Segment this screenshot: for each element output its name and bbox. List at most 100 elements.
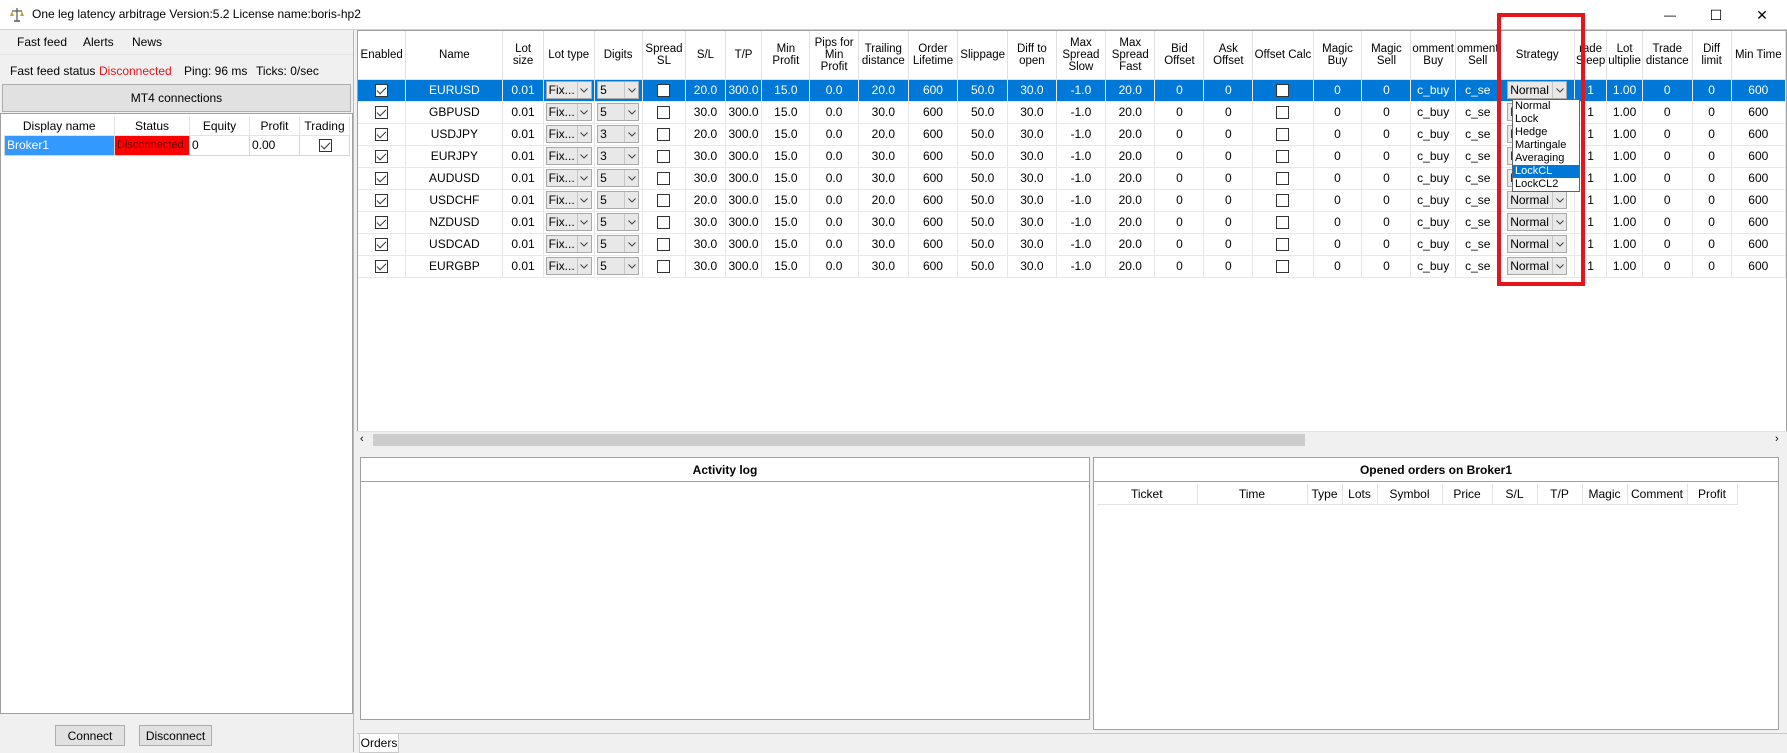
min-profit-cell[interactable]: 15.0 [761, 189, 811, 212]
col-header[interactable]: S/L [685, 31, 726, 80]
max-fast-cell[interactable]: 20.0 [1105, 167, 1156, 190]
spread-sl-cell[interactable] [642, 79, 687, 102]
ask-off-cell[interactable]: 0 [1203, 101, 1254, 124]
name-cell[interactable]: EURJPY [405, 145, 504, 168]
orders-col-header[interactable]: Price [1442, 484, 1493, 505]
broker-name[interactable]: Broker1 [4, 134, 115, 156]
diff-limit-cell[interactable]: 0 [1692, 211, 1732, 234]
max-fast-cell[interactable]: 20.0 [1105, 255, 1156, 278]
max-fast-cell[interactable]: 20.0 [1105, 79, 1156, 102]
comment-sell-cell[interactable]: c_se [1455, 211, 1501, 234]
lot-type-select[interactable]: Fix... [545, 125, 592, 143]
pips-min-cell[interactable]: 0.0 [809, 123, 859, 146]
slippage-cell[interactable]: 50.0 [957, 189, 1009, 212]
magic-sell-cell[interactable]: 0 [1361, 233, 1412, 256]
min-profit-cell[interactable]: 15.0 [761, 255, 811, 278]
trail-cell[interactable]: 30.0 [858, 255, 909, 278]
digits-cell[interactable]: 5 [594, 211, 643, 234]
orders-col-header[interactable]: Magic [1582, 484, 1628, 505]
bid-off-cell[interactable]: 0 [1154, 101, 1205, 124]
trail-cell[interactable]: 20.0 [858, 123, 909, 146]
lot-type-cell[interactable]: Fix... [543, 101, 595, 124]
ask-off-cell[interactable]: 0 [1203, 167, 1254, 190]
scroll-right-icon[interactable]: › [1775, 433, 1779, 445]
comment-buy-cell[interactable]: c_buy [1410, 123, 1456, 146]
offset-calc-cell[interactable] [1252, 123, 1314, 146]
lot-type-select[interactable]: Fix... [545, 103, 592, 121]
orders-col-header[interactable]: Profit [1687, 484, 1738, 505]
lot-mult-cell[interactable]: 1.00 [1606, 189, 1643, 212]
magic-sell-cell[interactable]: 0 [1361, 189, 1412, 212]
sl-cell[interactable]: 20.0 [685, 189, 726, 212]
diff-limit-cell[interactable]: 0 [1692, 233, 1732, 256]
chevron-down-icon[interactable] [576, 126, 591, 142]
lot-type-select[interactable]: Fix... [545, 213, 592, 231]
trade-dist-cell[interactable]: 0 [1642, 233, 1693, 256]
slippage-cell[interactable]: 50.0 [957, 233, 1009, 256]
comment-sell-cell[interactable]: c_se [1455, 123, 1501, 146]
diff-limit-cell[interactable]: 0 [1692, 255, 1732, 278]
orders-col-header[interactable]: Ticket [1097, 484, 1198, 505]
offset-calc-checkbox[interactable] [1276, 128, 1290, 142]
offset-calc-cell[interactable] [1252, 233, 1314, 256]
chevron-down-icon[interactable] [624, 82, 638, 98]
chevron-down-icon[interactable] [624, 214, 638, 230]
lot-cell[interactable]: 0.01 [502, 167, 544, 190]
comment-sell-cell[interactable]: c_se [1455, 189, 1501, 212]
spread-sl-cell[interactable] [642, 255, 687, 278]
col-header[interactable]: Pips for Min Profit [809, 31, 859, 80]
digits-cell[interactable]: 5 [594, 233, 643, 256]
col-header[interactable]: Max Spread Slow [1056, 31, 1107, 80]
offset-calc-cell[interactable] [1252, 189, 1314, 212]
digits-select[interactable]: 5 [597, 235, 640, 253]
diff-open-cell[interactable]: 30.0 [1007, 167, 1057, 190]
digits-select[interactable]: 5 [597, 257, 640, 275]
slippage-cell[interactable]: 50.0 [957, 255, 1009, 278]
orders-col-header[interactable]: Comment [1627, 484, 1688, 505]
lot-type-select[interactable]: Fix... [545, 191, 592, 209]
sl-cell[interactable]: 30.0 [685, 255, 726, 278]
comment-sell-cell[interactable]: c_se [1455, 233, 1501, 256]
lifetime-cell[interactable]: 600 [908, 255, 959, 278]
trade-dist-cell[interactable]: 0 [1642, 189, 1693, 212]
trade-dist-cell[interactable]: 0 [1642, 211, 1693, 234]
magic-buy-cell[interactable]: 0 [1313, 101, 1363, 124]
diff-open-cell[interactable]: 30.0 [1007, 233, 1057, 256]
trail-cell[interactable]: 30.0 [858, 211, 909, 234]
lot-cell[interactable]: 0.01 [502, 145, 544, 168]
col-header[interactable]: Slippage [957, 31, 1009, 80]
trade-dist-cell[interactable]: 0 [1642, 255, 1693, 278]
offset-calc-cell[interactable] [1252, 145, 1314, 168]
enabled-cell[interactable] [358, 189, 407, 212]
lifetime-cell[interactable]: 600 [908, 189, 959, 212]
magic-sell-cell[interactable]: 0 [1361, 167, 1412, 190]
sl-cell[interactable]: 30.0 [685, 101, 726, 124]
min-time-cell[interactable]: 600 [1731, 79, 1786, 102]
min-time-cell[interactable]: 600 [1731, 167, 1786, 190]
ask-off-cell[interactable]: 0 [1203, 189, 1254, 212]
trade-dist-cell[interactable]: 0 [1642, 167, 1693, 190]
splitter[interactable] [353, 30, 356, 752]
col-header[interactable]: Magic Sell [1361, 31, 1412, 80]
diff-open-cell[interactable]: 30.0 [1007, 211, 1057, 234]
spread-sl-checkbox[interactable] [657, 216, 671, 230]
lot-type-cell[interactable]: Fix... [543, 145, 595, 168]
magic-buy-cell[interactable]: 0 [1313, 255, 1363, 278]
min-time-cell[interactable]: 600 [1731, 101, 1786, 124]
chevron-down-icon[interactable] [624, 126, 638, 142]
trail-cell[interactable]: 20.0 [858, 189, 909, 212]
slippage-cell[interactable]: 50.0 [957, 145, 1009, 168]
min-profit-cell[interactable]: 15.0 [761, 145, 811, 168]
orders-col-header[interactable]: Time [1197, 484, 1308, 505]
col-header[interactable]: Enabled [358, 31, 407, 80]
spread-sl-cell[interactable] [642, 123, 687, 146]
offset-calc-cell[interactable] [1252, 211, 1314, 234]
min-time-cell[interactable]: 600 [1731, 145, 1786, 168]
offset-calc-checkbox[interactable] [1276, 260, 1290, 274]
pips-min-cell[interactable]: 0.0 [809, 189, 859, 212]
col-header[interactable]: Min Time [1731, 31, 1786, 80]
col-header[interactable]: Trade distance [1642, 31, 1693, 80]
min-time-cell[interactable]: 600 [1731, 255, 1786, 278]
tp-cell[interactable]: 300.0 [725, 79, 763, 102]
chevron-down-icon[interactable] [576, 236, 591, 252]
